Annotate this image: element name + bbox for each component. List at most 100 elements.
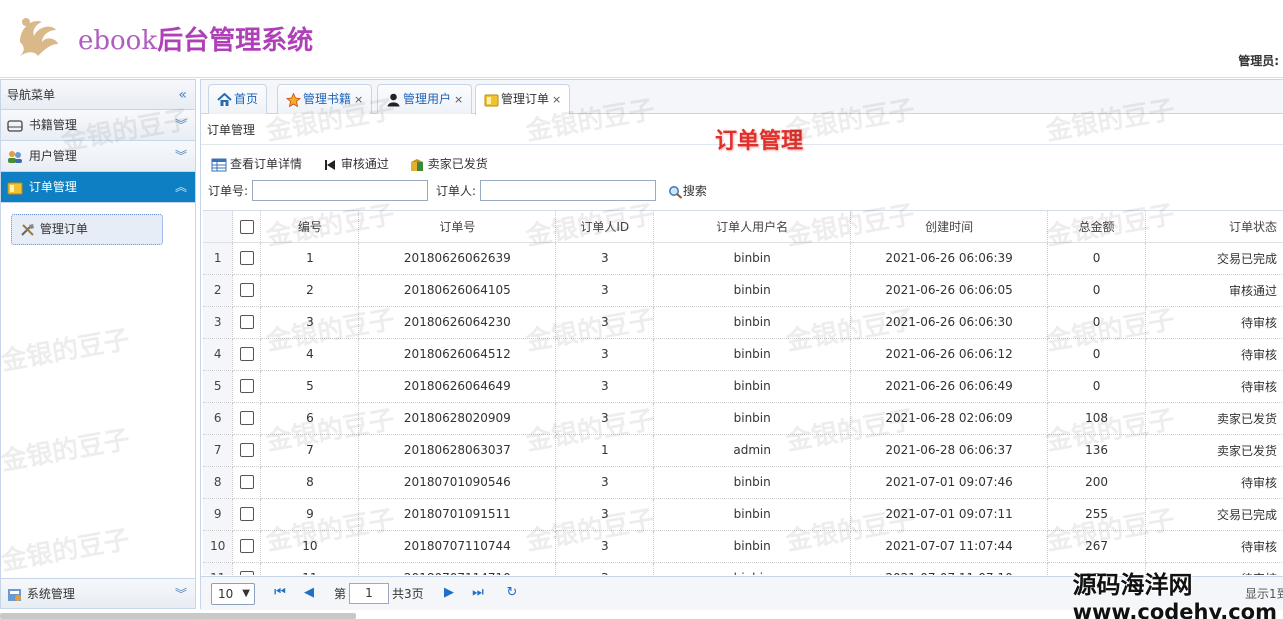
cell-total: 0 [1047, 274, 1146, 307]
row-select-cell [232, 370, 262, 403]
table-row[interactable]: 3 3 20180626064230 3 binbin 2021-06-26 06:06:… [203, 306, 1283, 339]
pager-summary: 显示1到 [1245, 587, 1283, 601]
sidebar-section-system[interactable]: 系统管理 ︾ [1, 578, 195, 608]
close-icon[interactable]: × [354, 93, 363, 106]
column-header[interactable]: 总金额 [1047, 211, 1146, 243]
header: ebook后台管理系统 管理员: [0, 0, 1283, 78]
column-header[interactable]: 创建时间 [850, 211, 1049, 243]
row-number: 8 [203, 466, 234, 499]
cell-order-no: 20180707114710 [358, 562, 557, 575]
order-no-input[interactable] [252, 180, 429, 201]
table-row[interactable]: 8 8 20180701090546 3 binbin 2021-07-01 09:07:… [203, 466, 1283, 499]
first-page-icon[interactable]: ⏮ [272, 583, 288, 603]
approve-button[interactable]: 审核通过 [322, 154, 389, 174]
orderer-input[interactable] [480, 180, 657, 201]
sidebar-section-books[interactable]: 书籍管理 ︾ [1, 110, 195, 141]
users-icon [8, 150, 22, 163]
cell-created: 2021-06-26 06:06:30 [850, 306, 1049, 339]
row-checkbox[interactable] [239, 283, 254, 298]
column-header[interactable]: 编号 [260, 211, 360, 243]
search-bar: 订单号: 订单人: 搜索 [208, 180, 707, 204]
page-number-input[interactable]: 1 [349, 583, 389, 604]
row-number: 4 [203, 338, 234, 371]
row-checkbox[interactable] [239, 315, 254, 330]
column-header[interactable]: 订单人ID [555, 211, 655, 243]
cell-username: binbin [653, 466, 852, 499]
chevron-up-icon[interactable]: ︽ [175, 172, 187, 202]
cell-status: 待审核 [1145, 530, 1283, 563]
select-all-checkbox[interactable] [239, 219, 254, 234]
column-header[interactable]: 订单人用户名 [653, 211, 852, 243]
cell-status: 卖家已发货 [1145, 402, 1283, 435]
app-root: ebook后台管理系统 管理员: 导航菜单 « 书籍管理 ︾ 用户管理 ︾ 订单… [0, 0, 1283, 619]
cell-created: 2021-07-01 09:07:11 [850, 498, 1049, 531]
row-checkbox[interactable] [239, 571, 254, 575]
cell-total: 150 [1047, 562, 1146, 575]
column-header[interactable]: 订单号 [358, 211, 557, 243]
settings-icon [8, 588, 21, 601]
search-button[interactable]: 搜索 [668, 182, 707, 199]
cell-username: binbin [653, 530, 852, 563]
total-pages: 共3页 [392, 587, 424, 601]
cell-status: 待审核 [1145, 306, 1283, 339]
tab-home[interactable]: 首页 [208, 84, 268, 114]
cell-status: 待审核 [1145, 562, 1283, 575]
cell-username: binbin [653, 306, 852, 339]
sidebar-header: 导航菜单 « [1, 80, 195, 110]
row-checkbox[interactable] [239, 411, 254, 426]
cell-id: 4 [260, 338, 360, 371]
row-number: 7 [203, 434, 234, 467]
tab-manage-books[interactable]: 管理书籍 × [277, 84, 373, 114]
row-select-cell [232, 434, 262, 467]
table-row[interactable]: 1111201807071147103binbin2021-07-07 11:0… [203, 562, 1283, 575]
page-size-select[interactable]: 10 ▼ [211, 583, 255, 605]
table-row[interactable]: 6 6 20180628020909 3 binbin 2021-06-28 02:06:… [203, 402, 1283, 435]
shipped-button[interactable]: 卖家已发货 [409, 154, 488, 174]
chevron-down-icon[interactable]: ︾ [175, 579, 187, 609]
row-checkbox[interactable] [239, 475, 254, 490]
refresh-icon[interactable]: ↻ [504, 583, 520, 603]
row-checkbox[interactable] [239, 443, 254, 458]
chevron-down-icon: ▼ [242, 588, 250, 599]
table-row[interactable]: 5 5 20180626064649 3 binbin 2021-06-26 06:06:… [203, 370, 1283, 403]
row-checkbox[interactable] [239, 539, 254, 554]
close-icon[interactable]: × [552, 93, 561, 106]
chevron-down-icon[interactable]: ︾ [175, 110, 187, 140]
table-row[interactable]: 10 10 20180707110744 3 binbin 2021-07-07 11:0… [203, 530, 1283, 563]
row-checkbox[interactable] [239, 379, 254, 394]
pagination-bar: 10 ▼ ⏮ ◀ 第 1 共3页 ▶ ⏭ ↻ 显示1到 [201, 576, 1283, 610]
home-icon [217, 92, 232, 106]
brand-cn: 后台管理系统 [157, 26, 314, 56]
folder-icon [484, 94, 499, 106]
horizontal-scrollbar[interactable] [0, 613, 356, 619]
page-size-value: 10 [218, 587, 234, 601]
row-checkbox[interactable] [239, 507, 254, 522]
tab-label: 管理用户 [403, 92, 452, 106]
sidebar-section-orders[interactable]: 订单管理 ︽ [1, 172, 195, 203]
sidebar-section-users[interactable]: 用户管理 ︾ [1, 141, 195, 172]
table-row[interactable]: 1 1 20180626062639 3 binbin 2021-06-26 06:06:… [203, 242, 1283, 275]
row-select-cell [232, 466, 262, 499]
table-row[interactable]: 2 2 20180626064105 3 binbin 2021-06-26 06:06:… [203, 274, 1283, 307]
cell-id: 9 [260, 498, 360, 531]
table-row[interactable]: 7 7 20180628063037 1 admin 2021-06-28 06:06:3… [203, 434, 1283, 467]
close-icon[interactable]: × [454, 93, 463, 106]
prev-page-icon[interactable]: ◀ [301, 583, 317, 603]
chevron-down-icon[interactable]: ︾ [175, 141, 187, 171]
sidebar-item-manage-orders[interactable]: 管理订单 [11, 214, 163, 245]
tab-manage-orders[interactable]: 管理订单 × [475, 84, 571, 115]
cell-status: 审核通过 [1145, 274, 1283, 307]
table-row[interactable]: 4 4 20180626064512 3 binbin 2021-06-26 06:06:… [203, 338, 1283, 371]
row-checkbox[interactable] [239, 347, 254, 362]
column-header[interactable]: 订单状态 [1145, 211, 1283, 243]
table-row[interactable]: 9 9 20180701091511 3 binbin 2021-07-01 09:07:… [203, 498, 1283, 531]
row-select-cell [232, 402, 262, 435]
row-checkbox[interactable] [239, 251, 254, 266]
sidebar-section-label: 书籍管理 [28, 118, 77, 132]
last-page-icon[interactable]: ⏭ [470, 583, 486, 603]
next-page-icon[interactable]: ▶ [441, 583, 457, 603]
cell-id: 7 [260, 434, 360, 467]
double-chevron-left-icon[interactable]: « [178, 80, 187, 110]
tab-manage-users[interactable]: 管理用户 × [377, 84, 473, 114]
view-detail-button[interactable]: 查看订单详情 [211, 154, 302, 174]
